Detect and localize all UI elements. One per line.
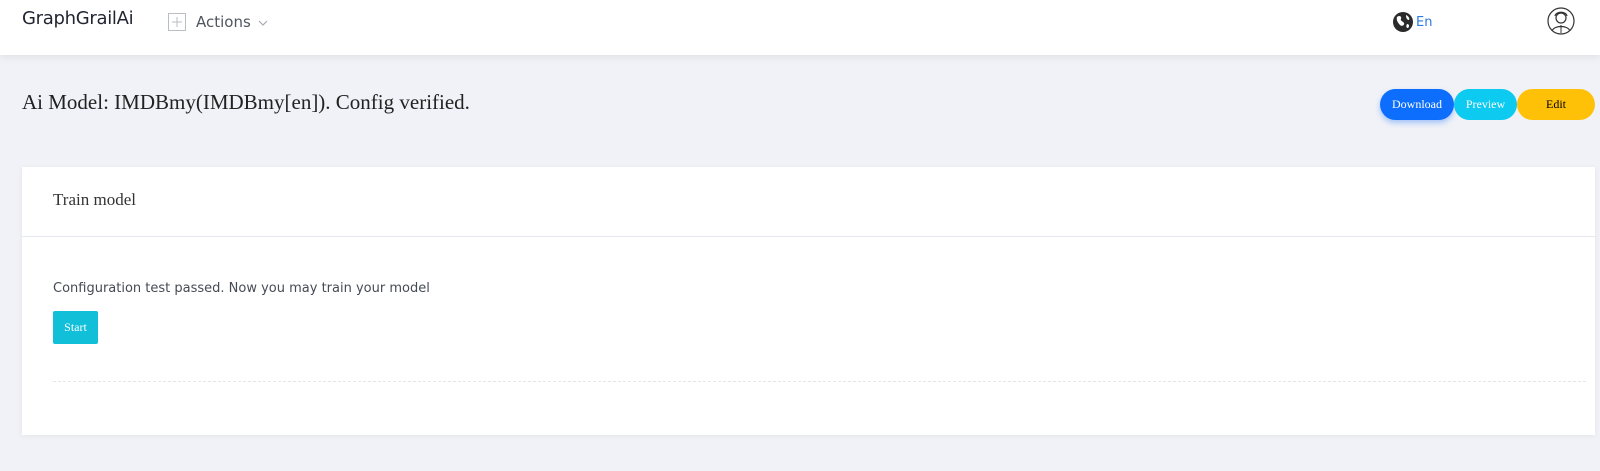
- page-title: Ai Model: IMDBmy(IMDBmy[en]). Config ver…: [22, 90, 470, 114]
- train-model-card: Train model Configuration test passed. N…: [22, 167, 1595, 435]
- plus-square-icon: [168, 13, 186, 31]
- edit-button[interactable]: Edit: [1517, 89, 1595, 120]
- user-avatar[interactable]: [1547, 7, 1575, 35]
- globe-icon: [1392, 11, 1414, 33]
- page-actions: Download Preview Edit: [1380, 89, 1595, 120]
- status-message: Configuration test passed. Now you may t…: [53, 281, 430, 296]
- language-label: En: [1416, 14, 1433, 30]
- card-header: Train model: [22, 167, 1595, 237]
- top-navbar: GraphGrailAi Actions En: [0, 0, 1600, 55]
- user-avatar-icon: [1547, 7, 1575, 35]
- divider: [53, 381, 1586, 382]
- brand-logo[interactable]: GraphGrailAi: [22, 8, 134, 29]
- preview-button[interactable]: Preview: [1454, 89, 1517, 120]
- download-button[interactable]: Download: [1380, 89, 1454, 120]
- chevron-down-icon: [257, 16, 269, 28]
- language-switcher[interactable]: En: [1392, 11, 1432, 33]
- actions-label: Actions: [196, 13, 251, 31]
- actions-menu[interactable]: Actions: [168, 10, 269, 34]
- start-training-button[interactable]: Start: [53, 311, 98, 344]
- card-title: Train model: [53, 190, 136, 209]
